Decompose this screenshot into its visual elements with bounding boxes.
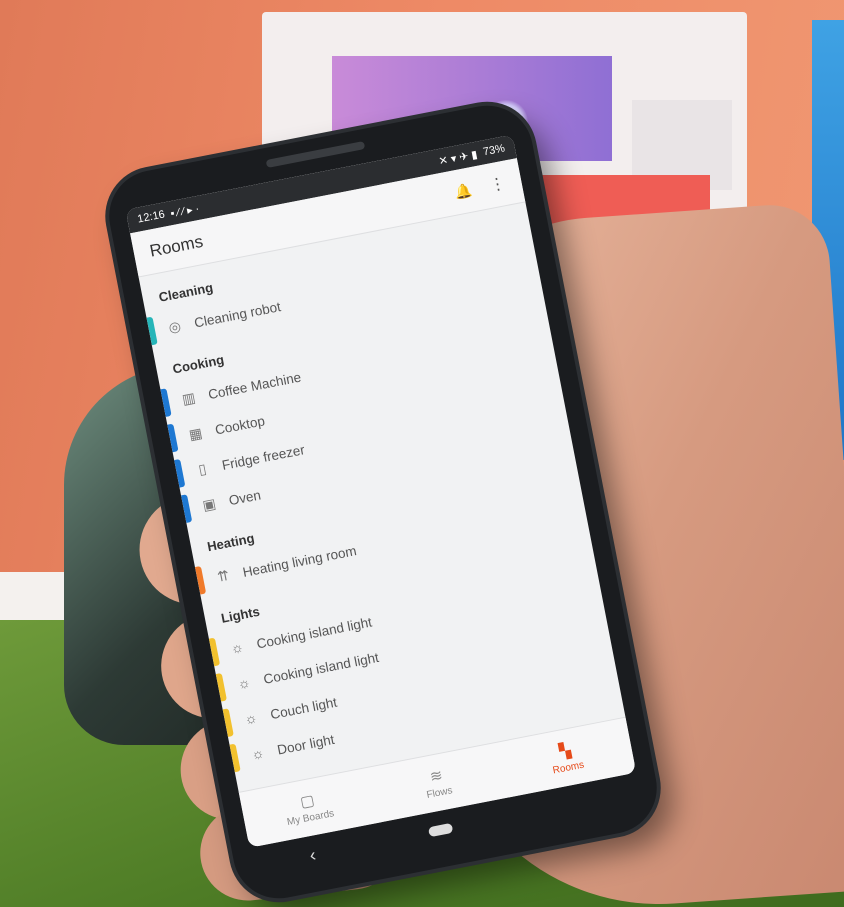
color-stripe — [229, 743, 241, 773]
tab-label: My Boards — [286, 808, 336, 829]
color-stripe — [208, 637, 221, 667]
color-stripe — [222, 708, 234, 737]
color-stripe — [181, 494, 193, 523]
color-stripe — [194, 565, 207, 595]
device-label: Door light — [275, 731, 336, 758]
back-icon[interactable]: ‹ — [308, 844, 318, 866]
battery-level: 73% — [481, 142, 506, 159]
device-label: Oven — [227, 486, 262, 508]
fridge-icon: ▯ — [196, 459, 208, 477]
bulb-icon: ☼ — [249, 744, 266, 763]
color-stripe — [146, 316, 158, 346]
board-icon: ▢ — [298, 791, 316, 812]
color-stripe — [215, 672, 227, 702]
device-label: Cooktop — [213, 412, 266, 438]
rooms-icon: ▚ — [557, 741, 573, 761]
notification-icons: ▪ ⁄ ⁄ ▸ · — [169, 202, 201, 220]
color-stripe — [160, 388, 172, 417]
signal-icons: ✕ ▾ ✈ ▮ — [437, 148, 479, 168]
color-stripe — [174, 458, 186, 488]
home-button[interactable] — [427, 822, 454, 838]
earpiece — [265, 141, 366, 168]
heating-icon: ⇈ — [215, 566, 231, 585]
rooms-list: Cleaning ◎ Cleaning robot Cooking ▥ Coff… — [139, 202, 623, 776]
more-vert-icon[interactable]: ⋮ — [488, 173, 508, 196]
color-stripe — [167, 423, 179, 453]
tab-label: Flows — [425, 785, 454, 801]
flows-icon: ≋ — [428, 766, 445, 786]
robot-icon: ◎ — [167, 317, 183, 336]
coffee-machine-icon: ▥ — [180, 388, 197, 407]
bulb-icon: ☼ — [236, 673, 252, 692]
device-label: Cleaning robot — [192, 298, 282, 331]
nav-spacer — [566, 802, 584, 805]
status-time: 12:16 — [136, 208, 166, 226]
bulb-icon: ☼ — [229, 638, 245, 657]
bell-icon[interactable]: 🔔 — [453, 181, 473, 201]
oven-icon: ▣ — [201, 494, 218, 513]
page-title: Rooms — [148, 231, 205, 261]
cooktop-icon: ▦ — [187, 423, 204, 443]
tab-label: Rooms — [551, 759, 586, 777]
device-label: Fridge freezer — [220, 441, 306, 473]
bulb-icon: ☼ — [242, 709, 259, 728]
device-label: Couch light — [269, 694, 339, 722]
